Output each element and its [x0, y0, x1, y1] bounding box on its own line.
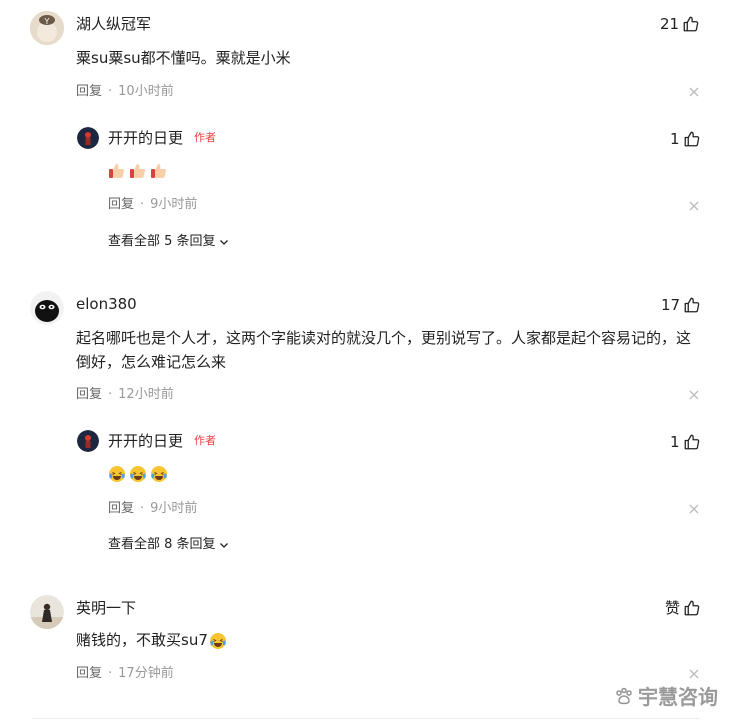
- thumbs-up-emoji-icon: [130, 164, 145, 178]
- reply-button[interactable]: 回复: [108, 197, 134, 212]
- reply-meta: 回复 · 9小时前: [108, 197, 198, 212]
- timestamp: 9小时前: [150, 197, 198, 212]
- laughing-crying-emoji-icon: [130, 466, 146, 482]
- watermark: 宇慧咨询: [614, 681, 718, 710]
- chevron-down-icon: [219, 543, 228, 548]
- avatar[interactable]: Y: [30, 11, 64, 45]
- close-icon[interactable]: [689, 390, 699, 400]
- author-badge: 作者: [194, 434, 216, 447]
- laughing-crying-emoji-icon: [109, 466, 125, 482]
- reply-button[interactable]: 回复: [108, 501, 134, 516]
- close-icon[interactable]: [689, 201, 699, 211]
- like-button[interactable]: 赞: [665, 598, 701, 618]
- laughing-crying-emoji-icon: [209, 632, 226, 649]
- like-button[interactable]: 21: [660, 14, 700, 34]
- reply-emoji-row: [108, 465, 171, 483]
- like-button[interactable]: 17: [661, 295, 701, 315]
- view-all-replies-link[interactable]: 查看全部 5 条回复: [108, 233, 229, 251]
- watermark-text: 宇慧咨询: [638, 685, 718, 709]
- username[interactable]: 英明一下: [76, 598, 136, 618]
- comment-meta: 回复 · 10小时前: [76, 84, 174, 99]
- reply-avatar[interactable]: [77, 127, 99, 149]
- like-count: 1: [670, 433, 680, 451]
- comment-meta: 回复 · 17分钟前: [76, 666, 174, 681]
- reply-like-button[interactable]: 1: [670, 129, 701, 149]
- bottom-divider: [32, 718, 700, 719]
- comment-text: 起名哪吒也是个人才，这两个字能读对的就没几个，更别说写了。人家都是起个容易记的，…: [76, 329, 692, 371]
- reply-like-button[interactable]: 1: [670, 432, 701, 452]
- thumbs-up-icon: [683, 16, 699, 32]
- timestamp: 10小时前: [118, 84, 174, 99]
- paw-icon: [616, 687, 632, 704]
- reply-button[interactable]: 回复: [76, 666, 102, 681]
- reply-username[interactable]: 开开的日更: [108, 128, 183, 148]
- reply-meta: 回复 · 9小时前: [108, 501, 198, 516]
- comment-meta: 回复 · 12小时前: [76, 387, 174, 402]
- svg-text:Y: Y: [44, 17, 50, 26]
- author-badge: 作者: [194, 131, 216, 144]
- close-icon[interactable]: [689, 504, 699, 514]
- reply-button[interactable]: 回复: [76, 387, 102, 402]
- thumbs-up-emoji-icon: [151, 164, 166, 178]
- thumbs-up-icon: [684, 434, 699, 450]
- timestamp: 17分钟前: [118, 666, 174, 681]
- comment-text: 赌钱的，不敢买su7: [76, 628, 696, 652]
- like-label: 赞: [665, 599, 681, 617]
- username[interactable]: elon380: [76, 294, 137, 314]
- reply-button[interactable]: 回复: [76, 84, 102, 99]
- reply-username[interactable]: 开开的日更: [108, 431, 183, 451]
- reply-emoji-row: [108, 162, 171, 180]
- thumbs-up-emoji-icon: [109, 164, 124, 178]
- like-count: 1: [670, 130, 680, 148]
- avatar[interactable]: [30, 595, 64, 629]
- view-all-replies-link[interactable]: 查看全部 8 条回复: [108, 536, 229, 554]
- reply-avatar[interactable]: [77, 430, 99, 452]
- like-count: 21: [660, 15, 680, 33]
- thumbs-up-icon: [684, 131, 699, 147]
- close-icon[interactable]: [689, 669, 699, 679]
- like-count: 17: [661, 296, 681, 314]
- timestamp: 12小时前: [118, 387, 174, 402]
- avatar[interactable]: [30, 291, 64, 325]
- close-icon[interactable]: [689, 87, 699, 97]
- laughing-crying-emoji-icon: [151, 466, 167, 482]
- timestamp: 9小时前: [150, 501, 198, 516]
- chevron-down-icon: [219, 240, 228, 245]
- username[interactable]: 湖人纵冠军: [76, 14, 151, 34]
- thumbs-up-icon: [684, 297, 700, 313]
- thumbs-up-icon: [684, 600, 700, 616]
- comment-text: 粟su粟su都不懂吗。粟就是小米: [76, 49, 291, 67]
- view-all-label: 查看全部 8 条回复: [108, 537, 216, 552]
- view-all-label: 查看全部 5 条回复: [108, 234, 216, 249]
- comment-text-content: 赌钱的，不敢买su7: [76, 631, 208, 649]
